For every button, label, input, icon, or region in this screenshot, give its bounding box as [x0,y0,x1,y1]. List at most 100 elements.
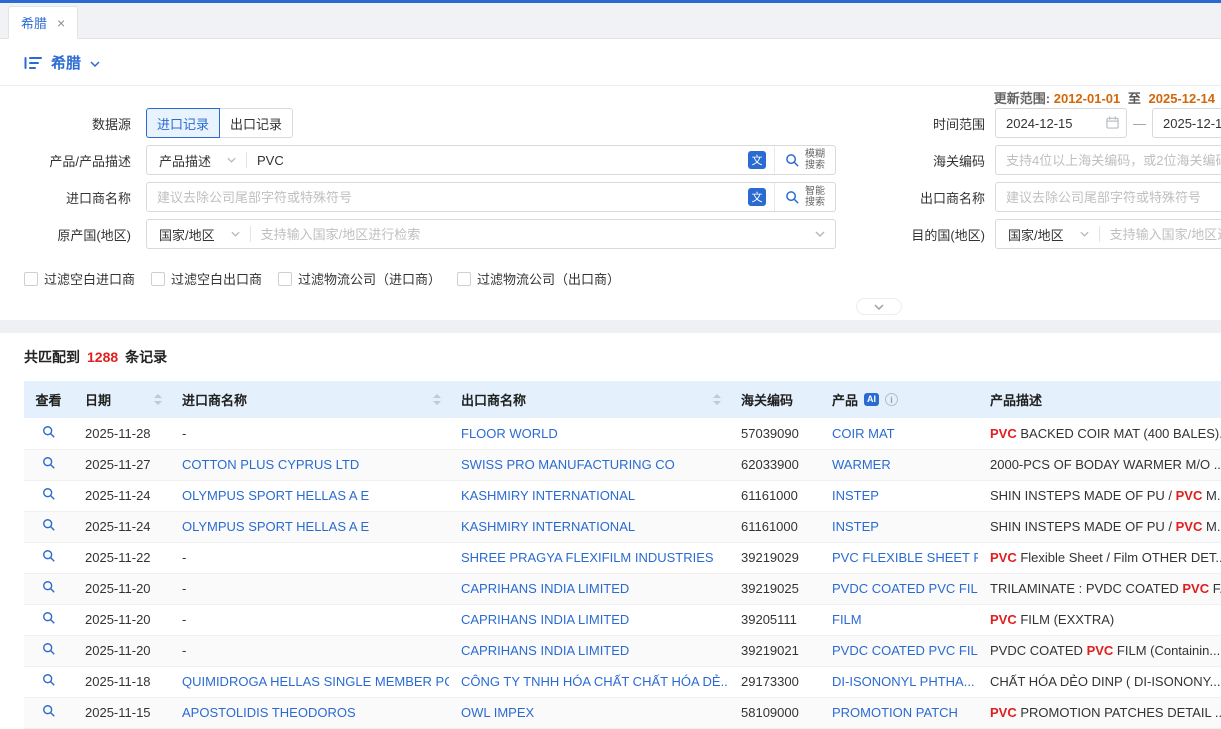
destination-country-input[interactable] [1100,220,1221,248]
row-product-link[interactable]: PVDC COATED PVC FIL... [832,581,978,596]
row-product-link[interactable]: FILM [832,612,862,627]
origin-input-group: 国家/地区 [146,219,836,249]
column-date: 日期 [85,390,111,409]
view-record-button[interactable] [42,580,56,594]
summary-suffix: 条记录 [125,347,167,367]
row-importer-link: - [182,426,186,441]
destination-country-select[interactable]: 国家/地区 [996,220,1099,248]
translate-icon[interactable]: 文 [748,151,766,169]
row-importer-link[interactable]: QUIMIDROGA HELLAS SINGLE MEMBER PC [182,674,449,689]
collapse-form-button[interactable] [856,298,902,315]
row-product-link[interactable]: INSTEP [832,519,879,534]
export-records-toggle[interactable]: 出口记录 [219,108,293,138]
filter-label: 过滤空白出口商 [171,269,262,288]
row-product-link[interactable]: PVC FLEXIBLE SHEET F... [832,550,978,565]
row-exporter-link[interactable]: KASHMIRY INTERNATIONAL [461,488,635,503]
filter-blank-exporter[interactable]: 过滤空白出口商 [151,269,262,288]
hs-code-input[interactable] [995,145,1221,175]
row-hs-code: 39205111 [729,604,820,635]
checkbox-icon[interactable] [457,272,471,286]
row-exporter-link[interactable]: CAPRIHANS INDIA LIMITED [461,612,629,627]
chevron-down-icon [231,231,240,237]
update-range: 更新范围: 2012-01-01 至 2025-12-14 [994,88,1215,107]
form-row-product: 产品/产品描述 产品描述 文 模糊 搜索 [0,145,1221,175]
importer-input[interactable] [147,183,748,211]
row-date: 2025-11-27 [73,449,170,480]
magnifier-icon [785,153,800,168]
row-exporter-link[interactable]: OWL IMPEX [461,705,534,720]
view-record-button[interactable] [42,611,56,625]
import-records-toggle[interactable]: 进口记录 [146,108,220,138]
checkbox-icon[interactable] [24,272,38,286]
sort-importer-button[interactable] [433,394,441,405]
magnifier-icon [785,190,800,205]
row-product-link[interactable]: INSTEP [832,488,879,503]
description-highlight: PVC [990,426,1017,441]
row-description: SHIN INSTEPS MADE OF PU / PVC M... [978,511,1221,542]
calendar-icon[interactable] [1106,116,1119,129]
fuzzy-search-button[interactable]: 模糊 搜索 [774,146,835,174]
row-product-link[interactable]: DI-ISONONYL PHTHA... [832,674,975,689]
row-exporter-link[interactable]: CÔNG TY TNHH HÓA CHẤT CHẤT HÓA DẺ... [461,674,729,689]
view-record-button[interactable] [42,487,56,501]
time-end-input[interactable] [1152,108,1221,138]
row-importer-link[interactable]: OLYMPUS SPORT HELLAS A E [182,488,369,503]
sort-date-button[interactable] [154,394,162,405]
checkbox-icon[interactable] [151,272,165,286]
tab-bar: 希腊 × [0,3,1221,39]
smart-search-label-1: 智能 [805,186,825,197]
view-record-button[interactable] [42,549,56,563]
smart-search-button[interactable]: 智能 搜索 [774,183,835,211]
row-hs-code: 29173300 [729,666,820,697]
row-exporter-link[interactable]: SWISS PRO MANUFACTURING CO [461,457,675,472]
row-exporter-link[interactable]: SHREE PRAGYA FLEXIFILM INDUSTRIES [461,550,714,565]
origin-country-select-value: 国家/地区 [159,225,215,244]
product-type-select[interactable]: 产品描述 [147,146,246,174]
sort-exporter-button[interactable] [713,394,721,405]
exporter-input[interactable] [995,182,1221,212]
exporter-label: 出口商名称 [920,188,985,207]
update-range-start: 2012-01-01 [1054,91,1121,106]
data-source-toggle: 进口记录 出口记录 [146,108,293,138]
row-description: PVDC COATED PVC FILM (Containin... [978,635,1221,666]
checkbox-icon[interactable] [278,272,292,286]
view-record-button[interactable] [42,642,56,656]
view-record-button[interactable] [42,425,56,439]
origin-country-input[interactable] [251,220,811,248]
info-icon[interactable]: i [885,393,898,406]
translate-icon[interactable]: 文 [748,188,766,206]
results-table-body: 2025-11-28 - FLOOR WORLD 57039090 COIR M… [24,418,1221,728]
view-record-button[interactable] [42,456,56,470]
row-product-link[interactable]: PVDC COATED PVC FIL... [832,643,978,658]
filter-logistics-exporter[interactable]: 过滤物流公司（出口商） [457,269,620,288]
row-exporter-link[interactable]: CAPRIHANS INDIA LIMITED [461,643,629,658]
origin-country-select[interactable]: 国家/地区 [147,220,250,248]
row-importer-link[interactable]: COTTON PLUS CYPRUS LTD [182,457,359,472]
column-exporter: 出口商名称 [461,390,526,409]
row-exporter-link[interactable]: FLOOR WORLD [461,426,558,441]
description-text: CHẤT HÓA DẺO DINP ( DI-ISONONY... [990,674,1220,689]
table-row: 2025-11-20 - CAPRIHANS INDIA LIMITED 392… [24,573,1221,604]
row-importer-link[interactable]: OLYMPUS SPORT HELLAS A E [182,519,369,534]
view-record-button[interactable] [42,704,56,718]
close-icon[interactable]: × [57,16,65,30]
row-exporter-link[interactable]: KASHMIRY INTERNATIONAL [461,519,635,534]
filter-blank-importer[interactable]: 过滤空白进口商 [24,269,135,288]
description-highlight: PVC [990,550,1017,565]
chevron-down-icon[interactable] [815,231,825,237]
filter-logistics-importer[interactable]: 过滤物流公司（进口商） [278,269,441,288]
table-header-row: 查看 日期 进口商名称 出口商名称 海关编码 产品AIi 产品描述 [24,381,1221,418]
view-record-button[interactable] [42,518,56,532]
product-search-input[interactable] [247,146,748,174]
description-highlight: PVC [1087,643,1114,658]
tab-greece[interactable]: 希腊 × [8,6,78,39]
row-product-link[interactable]: WARMER [832,457,891,472]
list-icon [24,56,42,70]
row-importer-link[interactable]: APOSTOLIDIS THEODOROS [182,705,356,720]
table-row: 2025-11-24 OLYMPUS SPORT HELLAS A E KASH… [24,511,1221,542]
view-record-button[interactable] [42,673,56,687]
row-product-link[interactable]: COIR MAT [832,426,895,441]
chevron-down-icon[interactable] [90,61,100,67]
row-product-link[interactable]: PROMOTION PATCH [832,705,958,720]
row-exporter-link[interactable]: CAPRIHANS INDIA LIMITED [461,581,629,596]
